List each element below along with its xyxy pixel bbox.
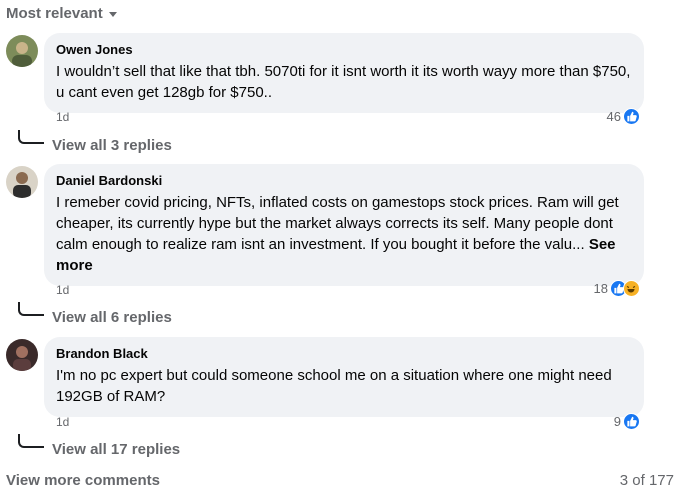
comment-author[interactable]: Brandon Black [56, 345, 632, 363]
comment-count: 3 of 177 [619, 472, 674, 489]
like-icon [623, 413, 640, 430]
avatar[interactable] [6, 339, 38, 371]
reaction-count: 18 [593, 281, 608, 296]
avatar[interactable] [6, 35, 38, 67]
comment-author[interactable]: Daniel Bardonski [56, 172, 632, 190]
comment-text: I remeber covid pricing, NFTs, inflated … [56, 192, 632, 276]
reaction-count: 46 [606, 109, 621, 124]
reply-thread-line [18, 434, 44, 448]
view-replies-link[interactable]: View all 17 replies [52, 441, 180, 458]
view-replies-link[interactable]: View all 6 replies [52, 309, 172, 326]
comment-bubble: Daniel Bardonski I remeber covid pricing… [44, 164, 644, 286]
comment-body: I'm no pc expert but could someone schoo… [56, 367, 612, 405]
view-more-comments-link[interactable]: View more comments [6, 472, 160, 489]
reactions[interactable]: 18 [594, 280, 640, 297]
sort-dropdown[interactable]: Most relevant [6, 2, 117, 24]
chevron-down-icon [108, 11, 117, 17]
avatar[interactable] [6, 166, 38, 198]
comment-time[interactable]: 1d [56, 415, 69, 429]
reactions[interactable]: 46 [607, 108, 640, 125]
comment-bubble: Brandon Black I'm no pc expert but could… [44, 337, 644, 417]
view-replies-link[interactable]: View all 3 replies [52, 137, 172, 154]
reactions[interactable]: 9 [614, 413, 640, 430]
sort-label: Most relevant [6, 4, 103, 22]
comment-bubble: Owen Jones I wouldn’t sell that like tha… [44, 33, 644, 113]
like-icon [623, 108, 640, 125]
comment-text: I'm no pc expert but could someone schoo… [56, 365, 632, 407]
reply-thread-line [18, 302, 44, 316]
reply-thread-line [18, 130, 44, 144]
comment-time[interactable]: 1d [56, 110, 69, 124]
comment-time[interactable]: 1d [56, 283, 69, 297]
comment-text: I wouldn’t sell that like that tbh. 5070… [56, 61, 632, 103]
haha-icon [623, 280, 640, 297]
comment-body: I remeber covid pricing, NFTs, inflated … [56, 194, 619, 253]
comment-body: I wouldn’t sell that like that tbh. 5070… [56, 63, 631, 101]
comment-author[interactable]: Owen Jones [56, 41, 632, 59]
reaction-count: 9 [613, 414, 621, 429]
